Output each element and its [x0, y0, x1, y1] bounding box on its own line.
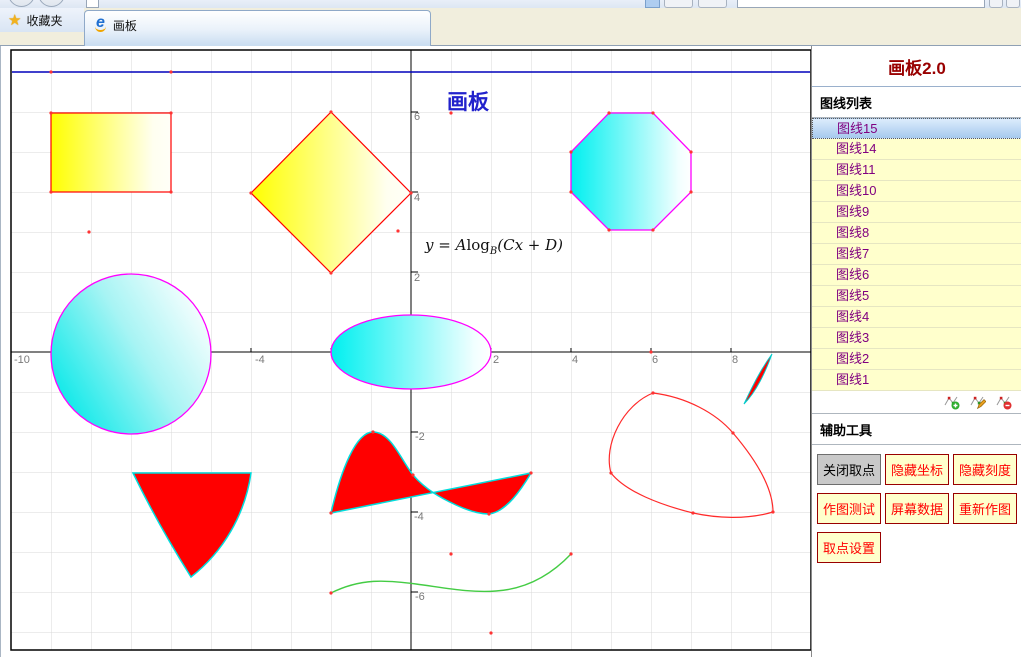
curve-list-item[interactable]: 图线14 [812, 139, 1021, 160]
chrome-button[interactable] [698, 0, 727, 8]
tab-title: 画板 [113, 16, 137, 34]
y-axis-label: 4 [414, 192, 420, 204]
cyan-ellipse[interactable] [331, 315, 491, 389]
canvas-svg[interactable] [1, 46, 811, 657]
chrome-button[interactable] [1006, 0, 1020, 8]
chrome-button[interactable] [989, 0, 1003, 8]
add-curve-icon[interactable] [944, 394, 960, 410]
edit-curve-icon[interactable] [970, 394, 986, 410]
favorites-label: 收藏夹 [26, 12, 62, 29]
yellow-rectangle[interactable] [51, 113, 171, 192]
tools-header: 辅助工具 [812, 413, 1021, 445]
delete-curve-icon[interactable] [996, 394, 1012, 410]
sidebar: 画板2.0 图线列表 图线15 图线14 图线11 图线10 图线9 图线8 图… [811, 46, 1021, 657]
curve-list-item[interactable]: 图线8 [812, 223, 1021, 244]
cyan-circle[interactable] [51, 274, 211, 434]
chrome-button-active[interactable] [645, 0, 660, 8]
point-settings-button[interactable]: 取点设置 [817, 532, 881, 563]
x-axis-label: 4 [572, 354, 578, 366]
curve-list-item[interactable]: 图线2 [812, 349, 1021, 370]
draw-test-button[interactable]: 作图测试 [817, 493, 881, 524]
ie-icon: e [95, 16, 106, 32]
hide-coords-button[interactable]: 隐藏坐标 [885, 454, 949, 485]
curve-list-item[interactable]: 图线7 [812, 244, 1021, 265]
x-axis-label: 2 [493, 354, 499, 366]
favorites-button[interactable]: ★ 收藏夹 [0, 8, 84, 32]
close-point-button[interactable]: 关闭取点 [817, 454, 881, 485]
favorites-star-icon: ★ [8, 13, 21, 28]
chrome-button[interactable] [664, 0, 693, 8]
curve-list-item[interactable]: 图线10 [812, 181, 1021, 202]
favicon-box [86, 0, 99, 8]
x-axis-label: 6 [652, 354, 658, 366]
canvas-title[interactable]: 画板 [447, 92, 489, 114]
screen-data-button[interactable]: 屏幕数据 [885, 493, 949, 524]
search-input-partial[interactable] [737, 0, 985, 8]
curve-list-item[interactable]: 图线5 [812, 286, 1021, 307]
redraw-button[interactable]: 重新作图 [953, 493, 1017, 524]
curve-list-item[interactable]: 图线9 [812, 202, 1021, 223]
curve-list-item[interactable]: 图线6 [812, 265, 1021, 286]
curve-list-actions [812, 391, 1021, 413]
curve-list-header: 图线列表 [812, 87, 1021, 118]
x-axis-label: -10 [14, 354, 30, 366]
app-title: 画板2.0 [812, 46, 1021, 87]
page-content: 画板 y = AlogB(Cx + D) -10 -4 2 4 6 8 6 4 … [0, 46, 1021, 657]
y-axis-label: 6 [414, 111, 420, 123]
canvas-formula[interactable]: y = AlogB(Cx + D) [425, 236, 563, 257]
y-axis-label: -6 [415, 591, 425, 603]
curve-list-item[interactable]: 图线4 [812, 307, 1021, 328]
curve-list-item[interactable]: 图线11 [812, 160, 1021, 181]
back-button[interactable] [8, 0, 35, 7]
drawing-canvas[interactable]: 画板 y = AlogB(Cx + D) -10 -4 2 4 6 8 6 4 … [1, 46, 811, 657]
curve-list: 图线15 图线14 图线11 图线10 图线9 图线8 图线7 图线6 图线5 … [812, 118, 1021, 391]
forward-button[interactable] [38, 0, 65, 7]
hide-scale-button[interactable]: 隐藏刻度 [953, 454, 1017, 485]
tab-bar: ★ 收藏夹 e 画板 [0, 8, 1021, 46]
curve-list-item[interactable]: 图线1 [812, 370, 1021, 391]
x-axis-label: 8 [732, 354, 738, 366]
y-axis-label: 2 [414, 272, 420, 284]
x-axis-label: -4 [255, 354, 265, 366]
browser-window: ★ 收藏夹 e 画板 [0, 0, 1021, 657]
curve-list-item[interactable]: 图线3 [812, 328, 1021, 349]
y-axis-label: -2 [415, 431, 425, 443]
curve-list-item[interactable]: 图线15 [812, 118, 1021, 139]
browser-chrome-partial [0, 0, 1021, 8]
tools-grid: 关闭取点隐藏坐标隐藏刻度作图测试屏幕数据重新作图取点设置 [812, 445, 1021, 567]
y-axis-label: -4 [414, 511, 424, 523]
browser-tab[interactable]: e 画板 [84, 10, 431, 46]
